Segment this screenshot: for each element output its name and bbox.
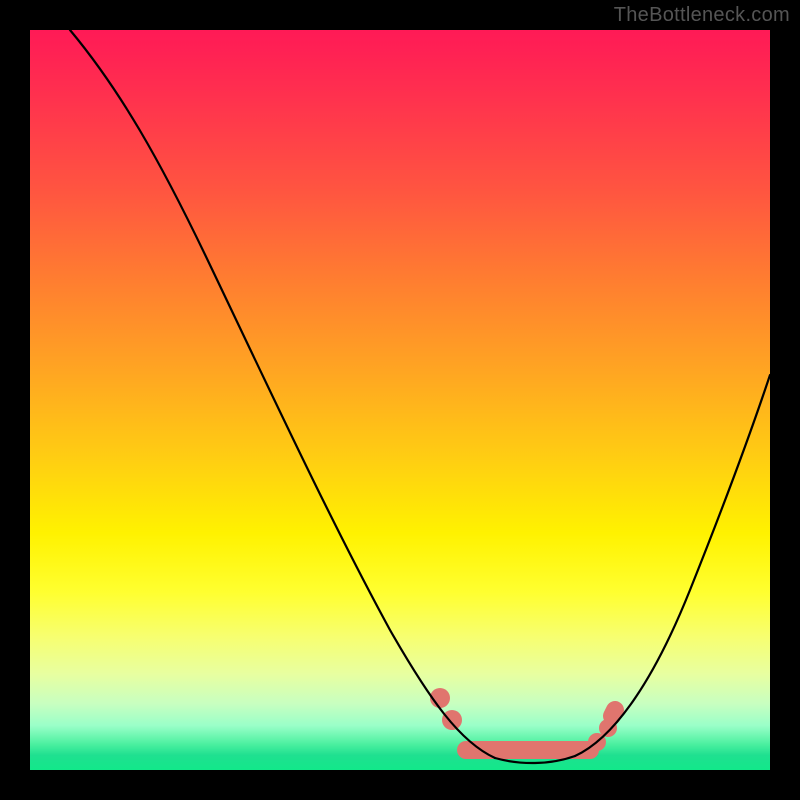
chart-frame: TheBottleneck.com	[0, 0, 800, 800]
plot-area	[30, 30, 770, 770]
annotation-points	[430, 688, 617, 751]
marker-dot	[442, 710, 462, 730]
curve-left-branch	[70, 30, 495, 758]
marker-tail	[612, 710, 615, 716]
watermark-text: TheBottleneck.com	[614, 4, 790, 27]
curve-right-branch	[575, 375, 770, 756]
bottleneck-curve	[70, 30, 770, 763]
plot-svg	[30, 30, 770, 770]
